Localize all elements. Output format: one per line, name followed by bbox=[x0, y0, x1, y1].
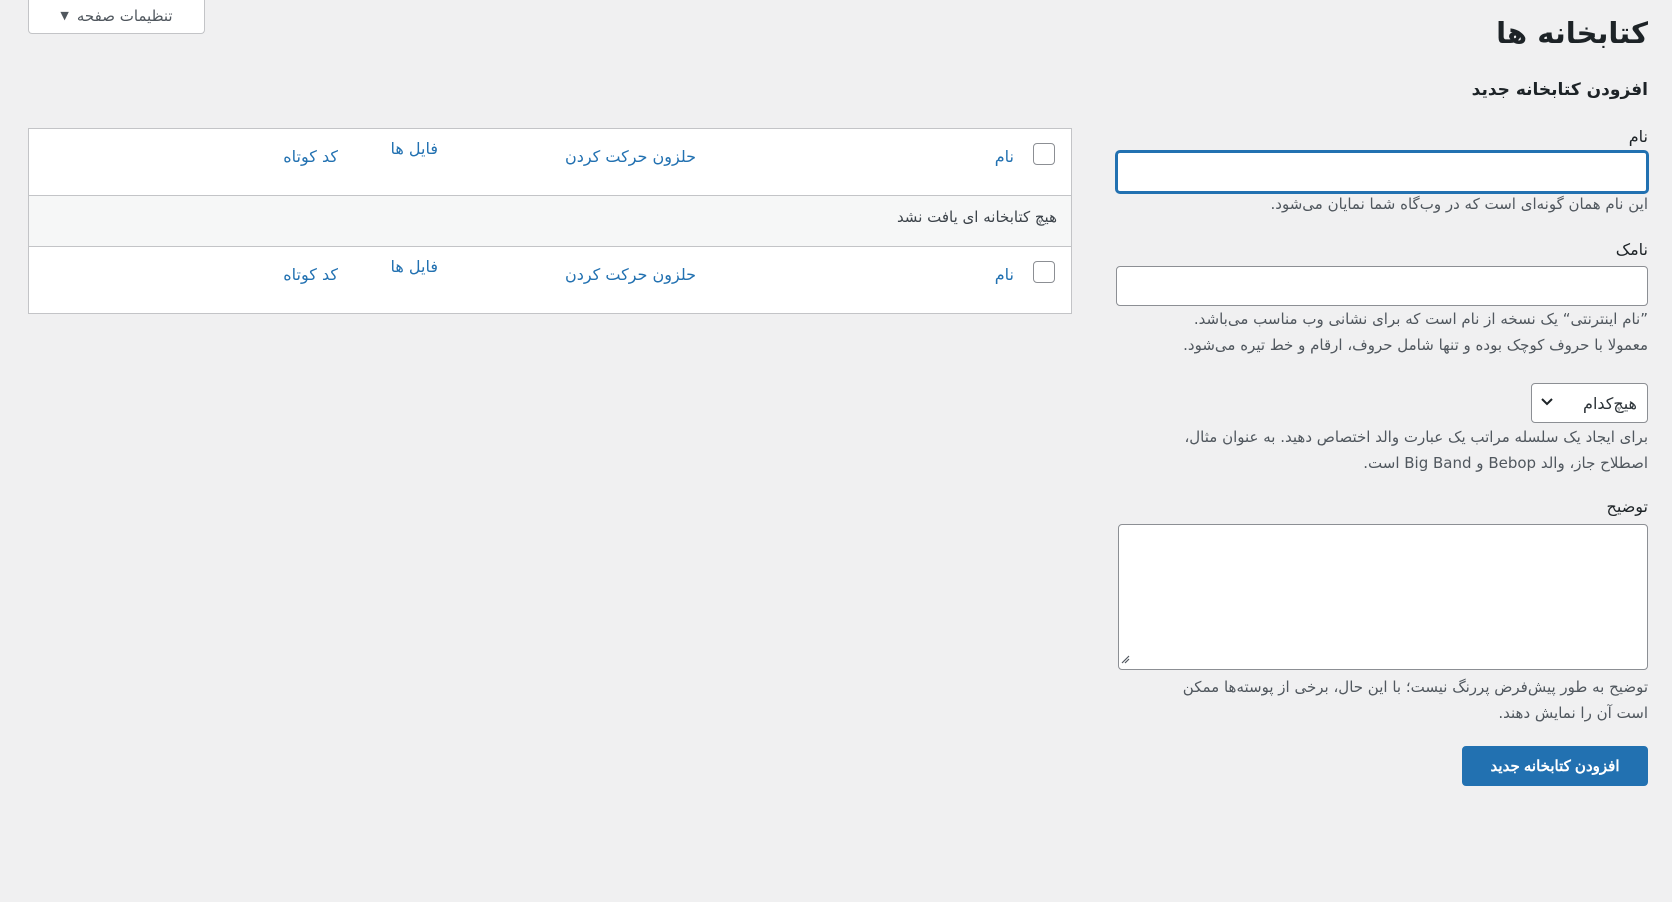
table-empty-row: هیچ کتابخانه ای یافت نشد bbox=[29, 196, 1071, 246]
column-name-sort[interactable]: نام bbox=[995, 147, 1014, 166]
select-all-checkbox-footer[interactable] bbox=[1033, 261, 1055, 283]
parent-select-value: هیچ‌کدام bbox=[1583, 393, 1637, 413]
page-title: کتابخانه ها bbox=[1496, 16, 1648, 50]
select-all-checkbox[interactable] bbox=[1033, 143, 1055, 165]
column-slug-sort-footer[interactable]: حلزون حرکت کردن bbox=[565, 265, 696, 284]
slug-hint-line-1: ”نام اینترنتی“ یک نسخه از نام است که برا… bbox=[1193, 310, 1648, 328]
no-items-message: هیچ کتابخانه ای یافت نشد bbox=[896, 208, 1057, 226]
parent-hint-line-2: اصطلاح جاز، والد Bebop و Big Band است. bbox=[1363, 454, 1648, 472]
description-label: توضیح bbox=[1606, 497, 1648, 516]
description-hint-line-2: است آن را نمایش دهند. bbox=[1498, 704, 1648, 722]
column-shortcode-sort[interactable]: کد کوتاه bbox=[283, 147, 338, 166]
table-header-row: نام حلزون حرکت کردن فایل ها کد کوتاه bbox=[29, 129, 1071, 196]
triangle-down-icon: ▼ bbox=[60, 9, 69, 22]
form-heading: افزودن کتابخانه جدید bbox=[1471, 80, 1648, 100]
libraries-table: نام حلزون حرکت کردن فایل ها کد کوتاه هیچ… bbox=[28, 128, 1072, 314]
description-hint-line-1: توضیح به طور پیش‌فرض پررنگ نیست؛ با این … bbox=[1182, 678, 1648, 696]
screen-options-button[interactable]: تنظیمات صفحه ▼ bbox=[28, 0, 205, 34]
table-footer-row: نام حلزون حرکت کردن فایل ها کد کوتاه bbox=[29, 246, 1071, 313]
slug-hint-line-2: معمولا با حروف کوچک بوده و تنها شامل حرو… bbox=[1183, 336, 1648, 354]
column-slug-sort[interactable]: حلزون حرکت کردن bbox=[565, 147, 696, 166]
column-name-sort-footer[interactable]: نام bbox=[995, 265, 1014, 284]
parent-select[interactable]: هیچ‌کدام bbox=[1531, 383, 1648, 423]
column-shortcode-sort-footer[interactable]: کد کوتاه bbox=[283, 265, 338, 284]
screen-options-label: تنظیمات صفحه bbox=[76, 6, 173, 25]
slug-input[interactable] bbox=[1116, 266, 1648, 306]
column-files-sort-footer[interactable]: فایل ها bbox=[391, 257, 439, 276]
name-label: نام bbox=[1628, 127, 1648, 146]
chevron-down-icon bbox=[1540, 395, 1554, 411]
slug-label: نامک bbox=[1615, 240, 1648, 259]
resize-grip-icon[interactable] bbox=[1121, 654, 1130, 667]
name-input[interactable] bbox=[1116, 151, 1648, 193]
add-library-button[interactable]: افزودن کتابخانه جدید bbox=[1462, 746, 1648, 786]
description-textarea[interactable] bbox=[1118, 524, 1648, 670]
parent-hint-line-1: برای ایجاد یک سلسله مراتب یک عبارت والد … bbox=[1184, 428, 1648, 446]
column-files-sort[interactable]: فایل ها bbox=[391, 139, 439, 158]
library-page: تنظیمات صفحه ▼ کتابخانه ها افزودن کتابخا… bbox=[0, 0, 1672, 902]
name-hint: این نام همان گونه‌ای است که در وب‌گاه شم… bbox=[1270, 195, 1648, 213]
